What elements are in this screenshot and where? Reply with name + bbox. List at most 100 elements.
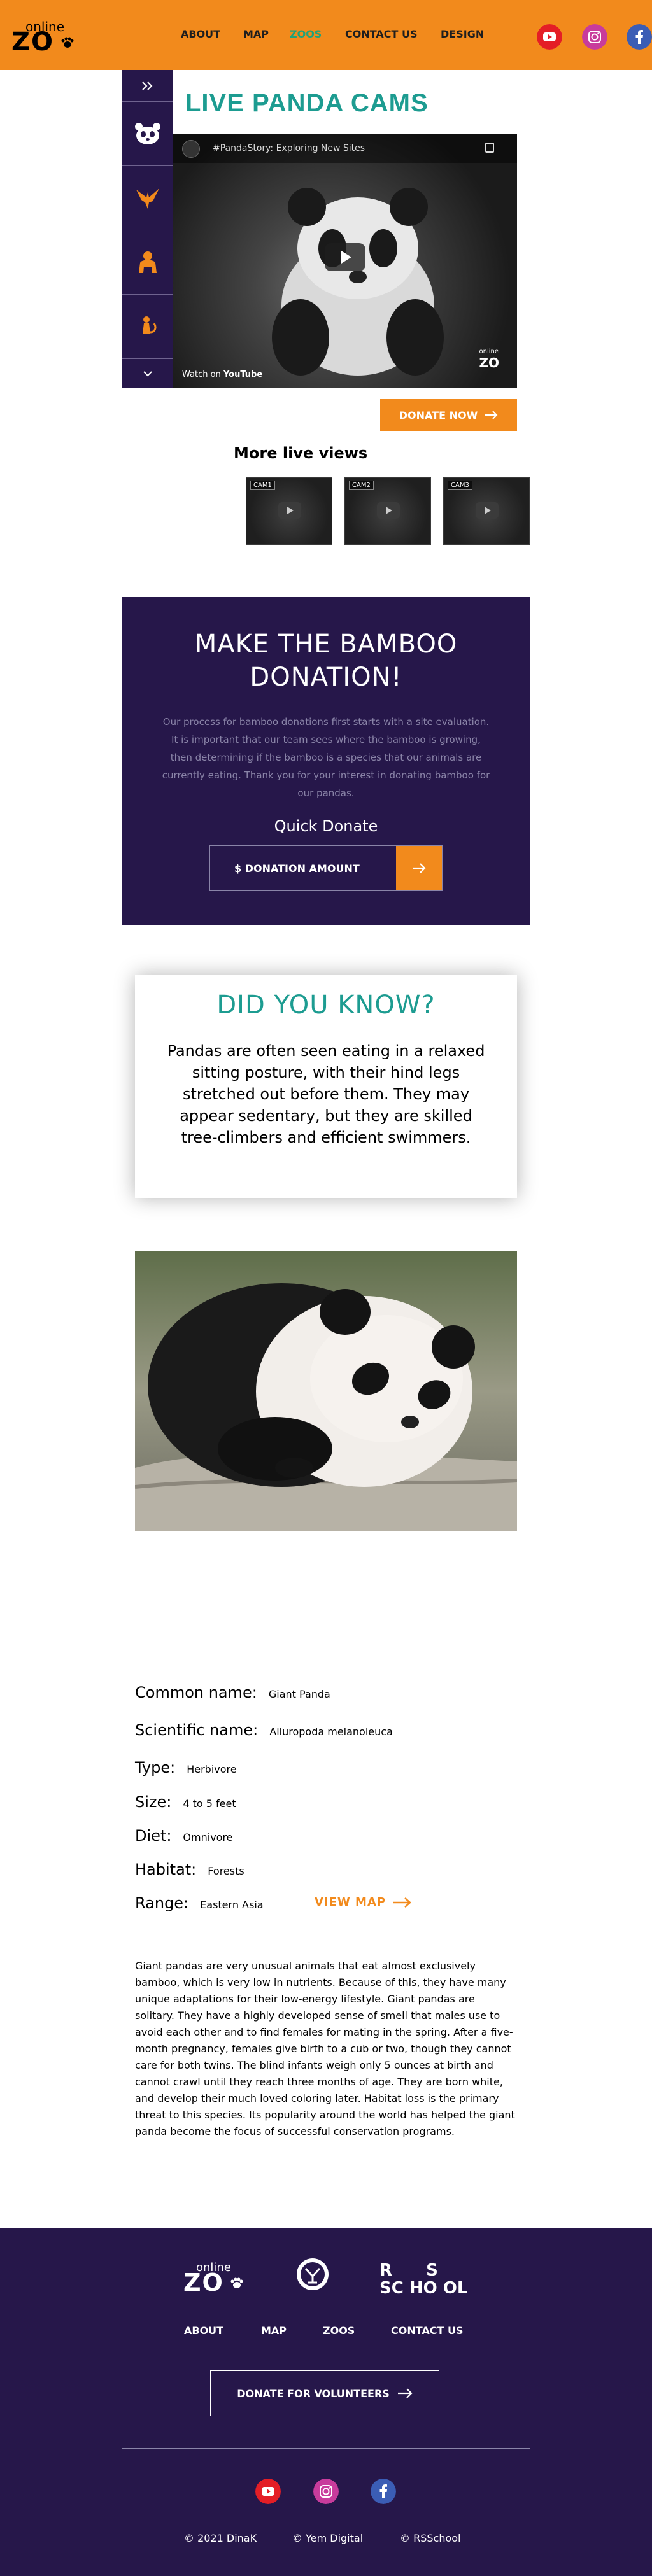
nav-zoos[interactable]: ZOOS	[290, 28, 322, 40]
logo-bottom-text: ZO	[11, 27, 55, 57]
donation-amount-placeholder: $ DONATION AMOUNT	[234, 862, 360, 875]
sidebar-item-panda[interactable]	[122, 102, 173, 166]
live-video-player[interactable]: #PandaStory: Exploring New Sites Watch o…	[173, 134, 517, 388]
video-logo-bottom: ZO	[479, 355, 499, 370]
info-label: Habitat:	[135, 1861, 197, 1878]
did-you-know-title: DID YOU KNOW?	[216, 990, 436, 1020]
info-label: Size:	[135, 1793, 172, 1811]
instagram-icon[interactable]	[313, 2479, 339, 2504]
info-common-name: Common name: Giant Panda	[135, 1684, 330, 1701]
eagle-icon	[136, 188, 159, 209]
donate-now-button[interactable]: DONATE NOW	[380, 399, 517, 431]
watch-on-youtube[interactable]: Watch on YouTube	[182, 370, 262, 379]
site-footer: online ZO R S SC HO OL ABOUT MAP ZOOS CO…	[0, 2228, 652, 2576]
cam-label: CAM2	[349, 481, 374, 490]
info-value: Eastern Asia	[200, 1899, 264, 1911]
thumbnail-play-icon	[278, 502, 301, 519]
info-label: Diet:	[135, 1827, 172, 1845]
info-label: Scientific name:	[135, 1721, 259, 1739]
donate-submit-button[interactable]	[396, 846, 442, 890]
info-scientific-name: Scientific name: Ailuropoda melanoleuca	[135, 1721, 393, 1739]
yem-digital-logo-icon[interactable]	[295, 2257, 330, 2291]
info-value: Giant Panda	[268, 1688, 330, 1700]
video-title[interactable]: #PandaStory: Exploring New Sites	[213, 143, 365, 153]
cam-thumbnail-3[interactable]: CAM3	[443, 477, 530, 545]
video-logo-top: online	[479, 348, 499, 355]
info-value: Omnivore	[183, 1831, 233, 1843]
did-you-know-card: DID YOU KNOW? Pandas are often seen eati…	[135, 975, 517, 1198]
rs-school-top: R S	[379, 2261, 452, 2280]
donate-for-volunteers-button[interactable]: DONATE FOR VOLUNTEERS	[210, 2370, 439, 2416]
cam-thumbnail-1[interactable]: CAM1	[246, 477, 332, 545]
arrow-right-icon	[393, 1897, 411, 1908]
footer-nav-zoos[interactable]: ZOOS	[323, 2325, 355, 2337]
info-size: Size: 4 to 5 feet	[135, 1793, 236, 1811]
play-button[interactable]	[325, 243, 365, 271]
animal-sidebar	[122, 70, 173, 388]
copyright-yem-digital: © Yem Digital	[292, 2532, 364, 2544]
copyright-rsschool: © RSSchool	[400, 2532, 461, 2544]
bamboo-title-line-1: MAKE THE BAMBOO	[194, 630, 458, 659]
nav-about[interactable]: ABOUT	[181, 28, 220, 40]
info-value: Ailuropoda melanoleuca	[269, 1726, 393, 1738]
site-logo[interactable]: online ZO	[11, 19, 75, 57]
footer-logo[interactable]: online ZO	[183, 2261, 247, 2299]
panda-description: Giant pandas are very unusual animals th…	[135, 1960, 515, 2137]
channel-avatar[interactable]	[182, 140, 200, 158]
facebook-icon[interactable]	[371, 2479, 396, 2504]
rs-school-logo[interactable]: R S SC HO OL	[379, 2261, 469, 2299]
copyright-author: © 2021 DinaK	[184, 2532, 257, 2544]
footer-nav-contact-us[interactable]: CONTACT US	[391, 2325, 464, 2337]
double-chevron-right-icon	[142, 81, 153, 90]
view-map-label: VIEW MAP	[315, 1896, 386, 1909]
footer-logo-bottom: ZO	[183, 2269, 224, 2297]
info-value: Herbivore	[187, 1763, 237, 1775]
watch-on-label: Watch on	[182, 370, 221, 379]
nav-map[interactable]: MAP	[243, 28, 269, 40]
youtube-icon[interactable]	[537, 24, 562, 50]
youtube-label: YouTube	[223, 370, 263, 379]
sidebar-item-lemur[interactable]	[122, 295, 173, 359]
info-habitat: Habitat: Forests	[135, 1861, 244, 1878]
sidebar-item-gorilla[interactable]	[122, 230, 173, 295]
sidebar-scroll-down[interactable]	[122, 359, 173, 388]
cam-label: CAM3	[448, 481, 472, 490]
facebook-icon[interactable]	[627, 24, 652, 50]
arrow-right-icon	[413, 863, 426, 873]
info-diet: Diet: Omnivore	[135, 1827, 233, 1845]
paw-icon	[230, 2277, 243, 2288]
lemur-icon	[143, 316, 157, 334]
nav-design[interactable]: DESIGN	[441, 28, 484, 40]
bamboo-donation-section: MAKE THE BAMBOO DONATION! Our process fo…	[122, 597, 530, 925]
video-logo: online ZO	[479, 348, 499, 370]
info-label: Range:	[135, 1894, 189, 1912]
site-header: online ZO ABOUT MAP ZOOS CONTACT US DESI…	[0, 0, 652, 70]
panda-cub-image	[135, 1251, 517, 1531]
youtube-icon[interactable]	[255, 2479, 281, 2504]
panda-video-image	[272, 188, 444, 376]
nav-contact-us[interactable]: CONTACT US	[345, 28, 418, 40]
footer-divider	[122, 2448, 530, 2449]
footer-nav-about[interactable]: ABOUT	[184, 2325, 223, 2337]
video-top-bar: #PandaStory: Exploring New Sites	[173, 134, 517, 163]
cam-thumbnail-2[interactable]: CAM2	[344, 477, 431, 545]
chevron-down-icon	[143, 371, 152, 377]
bamboo-text: Our process for bamboo donations first s…	[162, 716, 490, 799]
donation-amount-field[interactable]: $ DONATION AMOUNT	[209, 845, 443, 891]
donate-now-label: DONATE NOW	[399, 409, 478, 421]
footer-nav-map[interactable]: MAP	[261, 2325, 287, 2337]
info-label: Type:	[135, 1759, 176, 1777]
arrow-right-icon	[485, 411, 498, 419]
arrow-right-icon	[397, 2388, 413, 2398]
info-range: Range: Eastern Asia	[135, 1894, 264, 1912]
bamboo-title-line-2: DONATION!	[250, 663, 402, 692]
instagram-icon[interactable]	[582, 24, 607, 50]
thumbnail-play-icon	[377, 502, 400, 519]
page-title: LIVE PANDA CAMS	[185, 89, 429, 117]
sidebar-item-eagle[interactable]	[122, 166, 173, 230]
did-you-know-text: Pandas are often seen eating in a relaxe…	[167, 1042, 485, 1146]
view-map-link[interactable]: VIEW MAP	[315, 1896, 411, 1909]
paw-icon	[61, 37, 74, 48]
copy-link-icon[interactable]	[485, 143, 494, 153]
sidebar-expand[interactable]	[122, 70, 173, 102]
